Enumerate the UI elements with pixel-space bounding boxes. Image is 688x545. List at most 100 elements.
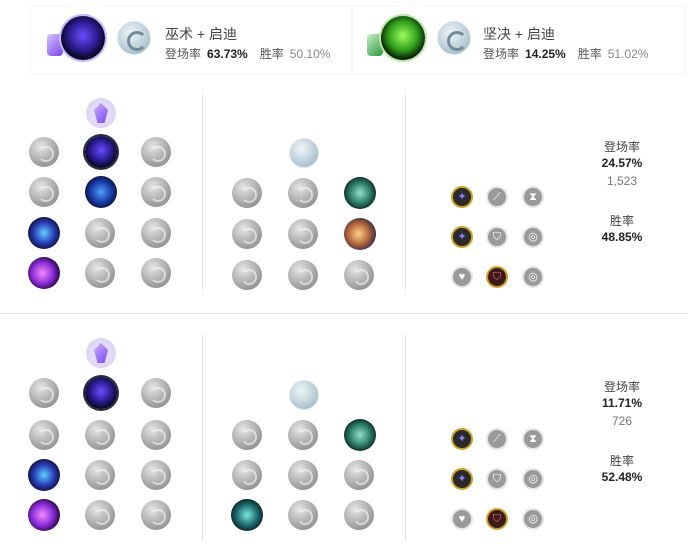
cosmic-insight-icon[interactable]	[344, 218, 376, 250]
arcane-comet-icon[interactable]	[141, 137, 171, 167]
phase-rush-icon[interactable]	[85, 377, 117, 409]
summon-aery-icon[interactable]	[29, 378, 59, 408]
adaptive-force-shard[interactable]: ✦	[451, 468, 473, 490]
transcendence-icon[interactable]	[28, 217, 60, 249]
win-rate-value: 50.10%	[289, 47, 331, 61]
page-stats: 登场率 11.71% 726 胜率 52.48%	[577, 379, 667, 485]
magical-footwear-icon[interactable]	[232, 420, 262, 450]
summon-aery-icon[interactable]	[29, 137, 59, 167]
grasp-icon	[381, 16, 425, 60]
jack-of-all-trades-icon[interactable]	[344, 500, 374, 530]
cosmic-insight-icon[interactable]	[344, 460, 374, 490]
heart-icon: ♥	[458, 513, 466, 525]
biscuit-delivery-icon[interactable]	[288, 219, 318, 249]
approach-velocity-icon[interactable]	[231, 499, 263, 531]
absolute-focus-icon[interactable]	[141, 218, 171, 248]
perfect-timing-icon[interactable]	[288, 178, 318, 208]
pick-rate-label: 登场率	[165, 47, 202, 61]
pick-rate-value: 24.57%	[601, 156, 643, 170]
hourglass-icon: ⧗	[529, 191, 537, 203]
nimbus-cloak-icon[interactable]	[141, 420, 171, 450]
adaptive-force-icon: ✦	[457, 191, 467, 203]
minion-dematerializer-icon[interactable]	[232, 460, 262, 490]
armor-shard[interactable]: ⛉	[486, 508, 508, 530]
gathering-storm-icon[interactable]	[141, 258, 171, 288]
rune-combo-card-resolve[interactable]: 坚决 + 启迪 登场率 14.25% 胜率 51.02%	[353, 7, 685, 73]
manaflow-band-icon[interactable]	[85, 420, 115, 450]
waterwalking-icon[interactable]	[85, 258, 115, 288]
magic-resist-shard[interactable]: ◎	[522, 226, 544, 248]
win-rate-value: 51.02%	[607, 47, 649, 61]
time-warp-tonic-icon[interactable]	[288, 260, 318, 290]
gathering-storm-icon[interactable]	[141, 500, 171, 530]
attack-speed-shard[interactable]: ⟋	[486, 186, 508, 208]
page-stats: 登场率 24.57% 1,523 胜率 48.85%	[577, 139, 667, 245]
armor-shard[interactable]: ⛉	[486, 468, 508, 490]
adaptive-force-shard[interactable]: ✦	[451, 428, 473, 450]
pick-rate-label: 登场率	[603, 380, 640, 394]
nullifying-orb-icon[interactable]	[29, 177, 59, 207]
heart-icon: ♥	[458, 271, 466, 283]
arcane-comet-icon[interactable]	[141, 378, 171, 408]
nullifying-orb-icon[interactable]	[29, 420, 59, 450]
win-rate-label: 胜率	[609, 214, 634, 228]
transcendence-icon[interactable]	[28, 459, 60, 491]
magic-resist-shard[interactable]: ◎	[522, 468, 544, 490]
hourglass-icon: ⧗	[529, 433, 537, 445]
circle-icon: ◎	[528, 513, 538, 525]
minion-dematerializer-icon[interactable]	[232, 219, 262, 249]
circle-icon: ◎	[528, 231, 538, 243]
ability-haste-shard[interactable]: ⧗	[522, 428, 544, 450]
armor-shard[interactable]: ⛉	[486, 226, 508, 248]
adaptive-force-icon: ✦	[457, 433, 467, 445]
perfect-timing-icon[interactable]	[288, 420, 318, 450]
approach-velocity-icon[interactable]	[232, 260, 262, 290]
phase-rush-icon	[61, 16, 105, 60]
phase-rush-icon[interactable]	[85, 136, 117, 168]
games-count: 1,523	[606, 174, 638, 188]
health-shard[interactable]: ♥	[451, 508, 473, 530]
future-market-icon[interactable]	[344, 177, 376, 209]
win-rate-label: 胜率	[577, 47, 602, 61]
column-divider	[405, 335, 406, 540]
win-rate-label: 胜率	[259, 47, 284, 61]
jack-of-all-trades-icon[interactable]	[344, 260, 374, 290]
shield-icon: ⛉	[492, 513, 502, 525]
scorch-icon[interactable]	[28, 257, 60, 289]
magical-footwear-icon[interactable]	[232, 178, 262, 208]
absolute-focus-icon[interactable]	[141, 460, 171, 490]
circle-icon: ◎	[528, 473, 538, 485]
column-divider	[405, 94, 406, 290]
nimbus-cloak-icon[interactable]	[141, 177, 171, 207]
celerity-icon[interactable]	[85, 460, 115, 490]
magic-resist-shard[interactable]: ◎	[522, 266, 544, 288]
combo-stats: 登场率 63.73% 胜率 50.10%	[165, 45, 330, 62]
waterwalking-icon[interactable]	[85, 500, 115, 530]
time-warp-tonic-icon[interactable]	[288, 500, 318, 530]
adaptive-force-shard[interactable]: ✦	[451, 186, 473, 208]
rune-summary-bar: 巫术 + 启迪 登场率 63.73% 胜率 50.10% 坚决 + 启迪 登场率 14.…	[30, 6, 686, 74]
circle-icon: ◎	[528, 271, 538, 283]
adaptive-force-shard[interactable]: ✦	[451, 226, 473, 248]
games-count: 726	[611, 414, 633, 428]
biscuit-delivery-icon[interactable]	[288, 460, 318, 490]
inspiration-tree-icon	[289, 380, 319, 410]
manaflow-band-icon[interactable]	[85, 176, 117, 208]
attack-speed-shard[interactable]: ⟋	[486, 428, 508, 450]
magic-resist-shard[interactable]: ◎	[522, 508, 544, 530]
rune-combo-card-sorcery[interactable]: 巫术 + 启迪 登场率 63.73% 胜率 50.10%	[31, 7, 351, 73]
win-rate-value: 52.48%	[601, 470, 643, 484]
pick-rate-value: 63.73%	[207, 47, 248, 61]
combo-stats: 登场率 14.25% 胜率 51.02%	[483, 45, 648, 62]
celerity-icon[interactable]	[85, 218, 115, 248]
win-rate-value: 48.85%	[601, 230, 643, 244]
health-shard[interactable]: ♥	[451, 266, 473, 288]
inspiration-tree-icon	[289, 138, 319, 168]
scorch-icon[interactable]	[28, 499, 60, 531]
pick-rate-label: 登场率	[483, 47, 520, 61]
armor-shard[interactable]: ⛉	[486, 266, 508, 288]
win-rate-label: 胜率	[609, 454, 634, 468]
future-market-icon[interactable]	[344, 419, 376, 451]
shield-icon: ⛉	[492, 473, 502, 485]
ability-haste-shard[interactable]: ⧗	[522, 186, 544, 208]
